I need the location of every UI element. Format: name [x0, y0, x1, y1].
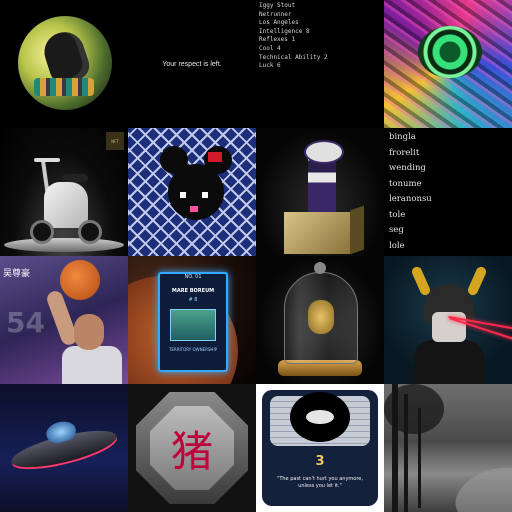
stat-line: Luck 6	[259, 62, 281, 70]
display-plinth	[4, 238, 124, 252]
stat-line: Iggy Stout	[259, 2, 296, 9]
tile-basketball-player[interactable]: 吴尊豪 54	[0, 256, 128, 384]
word-item: seg	[389, 225, 404, 235]
scooter-handlebar	[34, 158, 60, 162]
tile-respect-text[interactable]: Your respect is left.	[128, 0, 256, 128]
tile-sculpture[interactable]	[256, 128, 384, 256]
quote-text: "The past can't hurt you anymore, unless…	[277, 476, 363, 489]
tile-pixel-mouse[interactable]	[128, 128, 256, 256]
stat-line: Technical Ability 2	[259, 53, 328, 61]
word-item: leranonsu	[389, 194, 432, 204]
tile-word-list[interactable]: bingla frorelit wending tonume leranonsu…	[384, 128, 512, 256]
front-wheel	[30, 220, 54, 244]
horn-left	[410, 265, 432, 297]
word-item: tole	[389, 209, 406, 220]
card-footer: TERRITORY OWNERSHIP	[168, 347, 218, 352]
tile-ufo[interactable]	[0, 384, 128, 512]
respect-text: Your respect is left.	[162, 60, 222, 68]
mouse-eye-left	[180, 192, 186, 198]
mouse-eye-right	[202, 192, 208, 198]
word-item: tonume	[389, 178, 422, 189]
eye-image	[418, 26, 482, 78]
black-suit	[414, 340, 484, 384]
mask-image	[290, 392, 350, 442]
tile-helmet-orb[interactable]	[0, 0, 128, 128]
nft-image-grid: Your respect is left. Iggy Stout Netrunn…	[0, 0, 512, 512]
tile-quote-card[interactable]: 3 "The past can't hurt you anymore, unle…	[256, 384, 384, 512]
legs-image	[34, 78, 94, 96]
card-number: 3	[315, 454, 325, 469]
tile-scooter[interactable]: NFT	[0, 128, 128, 256]
word-item: frorelit	[389, 147, 420, 158]
stat-line: Netrunner	[259, 10, 292, 18]
dome-knob	[314, 262, 326, 274]
tree-canopy	[384, 384, 444, 434]
territory-map	[170, 309, 216, 341]
player-head	[74, 314, 104, 350]
card-label: NO. 01	[184, 274, 202, 280]
player-name: 吴尊豪	[3, 269, 31, 279]
tile-mars-card[interactable]: NO. 01 MARE BOREUM # 8 TERRITORY OWNERSH…	[128, 256, 256, 384]
tile-bell-jar[interactable]	[256, 256, 384, 384]
word-item: lole	[389, 240, 405, 251]
tile-misty-forest[interactable]	[384, 384, 512, 512]
tile-pig-plaque[interactable]: 猪	[128, 384, 256, 512]
forest-path	[447, 457, 512, 512]
player-jersey	[62, 346, 122, 384]
mouse-nose	[190, 206, 198, 212]
stat-line: Cool 4	[259, 44, 281, 52]
tile-psychedelic-eye[interactable]	[384, 0, 512, 128]
jersey-number: 54	[6, 306, 45, 339]
tile-viking-laser[interactable]	[384, 256, 512, 384]
territory-card: NO. 01 MARE BOREUM # 8 TERRITORY OWNERSH…	[158, 272, 228, 372]
stat-line: Reflexes 1	[259, 36, 296, 44]
horn-right	[466, 265, 488, 297]
word-item: wending	[389, 163, 426, 173]
card-number: # 8	[188, 297, 198, 303]
pedestal-side	[350, 205, 364, 255]
pedestal	[284, 212, 350, 254]
stat-line: Intelligence 8	[259, 27, 310, 35]
nft-badge: NFT	[106, 132, 124, 150]
basketball	[60, 260, 100, 300]
card-title: MARE BOREUM	[171, 288, 215, 294]
pig-character: 猪	[170, 426, 213, 476]
scooter-seat	[62, 174, 88, 182]
word-item: bingla	[389, 132, 416, 142]
plaque-face: 猪	[150, 406, 234, 490]
stat-line: Los Angeles	[259, 19, 299, 27]
rear-wheel	[78, 220, 102, 244]
tile-character-stats[interactable]: Iggy Stout Netrunner Los Angeles Intelli…	[256, 0, 384, 128]
golden-creature	[308, 300, 334, 334]
scooter-body	[44, 182, 88, 228]
sculpture-top	[304, 140, 344, 164]
red-bow	[208, 152, 222, 162]
